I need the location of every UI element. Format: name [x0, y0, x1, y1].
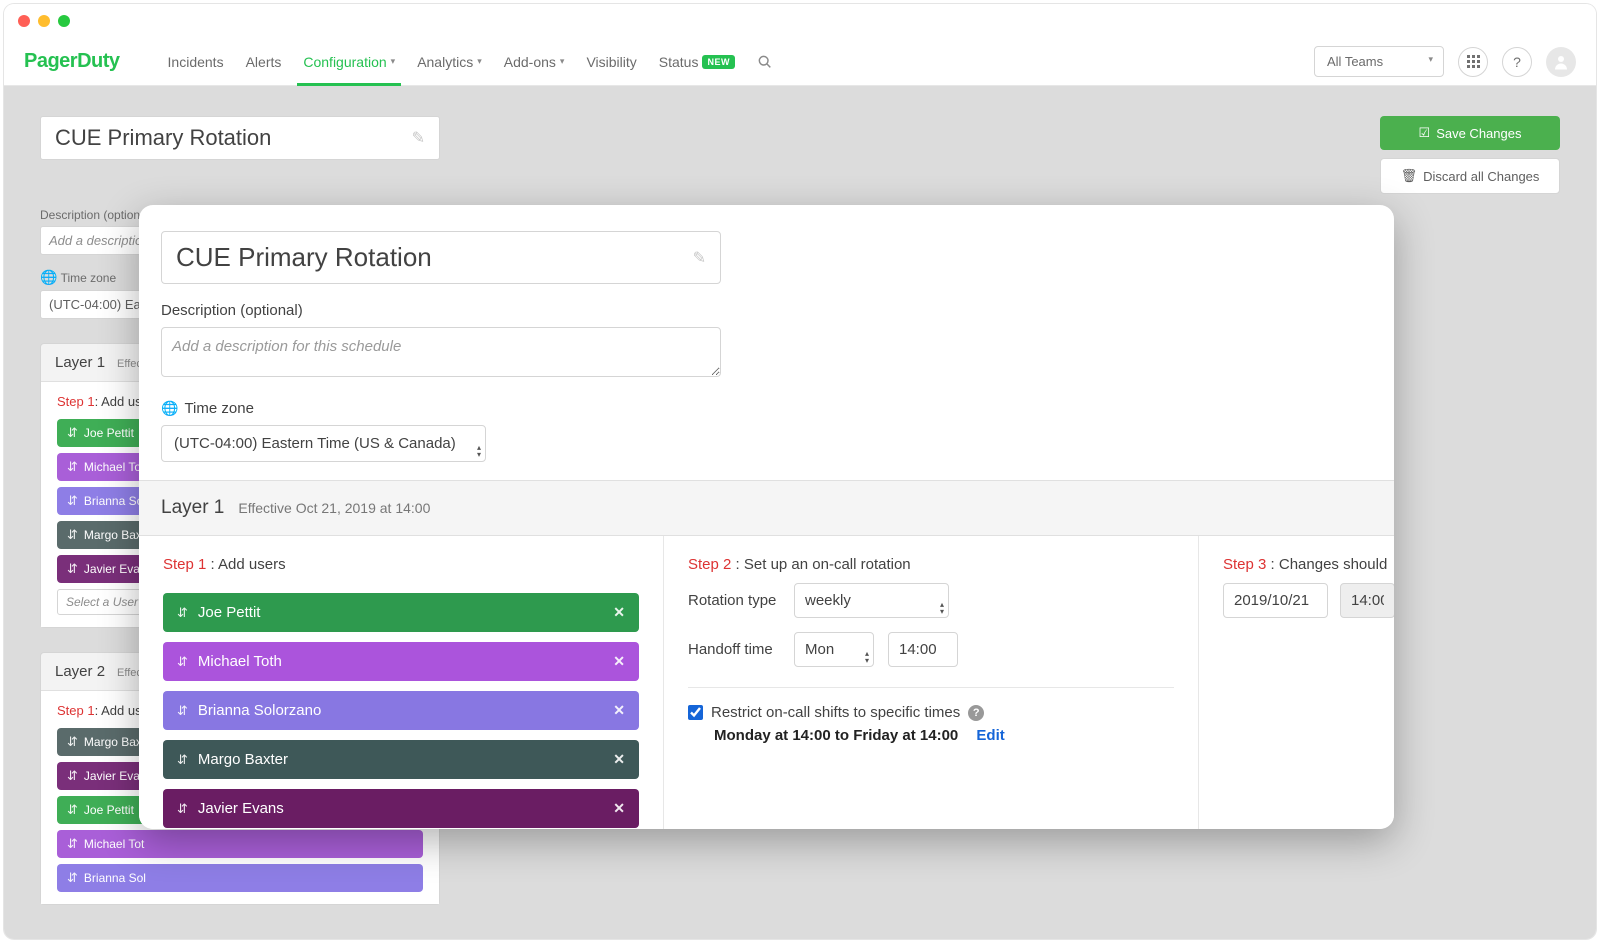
window-minimize-icon[interactable]: [38, 15, 50, 27]
new-badge: NEW: [702, 55, 735, 69]
top-navbar: PagerDuty Incidents Alerts Configuration…: [4, 38, 1596, 86]
restrict-checkbox[interactable]: [688, 705, 703, 720]
remove-user-icon[interactable]: ✕: [613, 653, 625, 670]
nav-visibility[interactable]: Visibility: [586, 38, 636, 85]
drag-icon: ⇵: [67, 802, 78, 818]
layer-title: Layer 2: [55, 663, 105, 680]
window-zoom-icon[interactable]: [58, 15, 70, 27]
user-pill[interactable]: ⇵Brianna Solorzano✕: [163, 691, 639, 730]
drag-icon: ⇵: [67, 527, 78, 543]
user-pill[interactable]: ⇵Michael Tot: [57, 830, 423, 858]
description-textarea[interactable]: [161, 327, 721, 377]
remove-user-icon[interactable]: ✕: [613, 604, 625, 621]
step1-add-users: Step 1 : Add users ⇵Joe Pettit✕ ⇵Michael…: [139, 536, 664, 829]
remove-user-icon[interactable]: ✕: [613, 800, 625, 817]
description-label: Description (optional): [161, 302, 1372, 319]
nav-configuration[interactable]: Configuration▾: [303, 38, 395, 85]
drag-icon: ⇵: [177, 605, 188, 621]
brand-logo: PagerDuty: [24, 50, 120, 73]
chevron-down-icon: ▾: [1428, 54, 1433, 65]
nav-incidents[interactable]: Incidents: [168, 38, 224, 85]
discard-button[interactable]: 🗑 Discard all Changes: [1380, 158, 1560, 194]
user-pill[interactable]: ⇵Brianna Sol: [57, 864, 423, 892]
handoff-day-select[interactable]: Mon: [794, 632, 874, 667]
window-titlebar: [4, 4, 1596, 38]
schedule-title: CUE Primary Rotation: [55, 125, 271, 151]
rotation-type-label: Rotation type: [688, 592, 780, 609]
layer-title: Layer 1: [55, 354, 105, 371]
effective-date-input[interactable]: [1223, 583, 1328, 618]
globe-icon: 🌐: [40, 269, 57, 285]
divider: [688, 687, 1174, 688]
team-selector[interactable]: All Teams▾: [1314, 46, 1444, 77]
layer-effective: Effective Oct 21, 2019 at 14:00: [238, 500, 430, 516]
help-icon[interactable]: ?: [1502, 47, 1532, 77]
handoff-label: Handoff time: [688, 641, 780, 658]
user-pill[interactable]: ⇵Margo Baxter✕: [163, 740, 639, 779]
user-pill[interactable]: ⇵Michael Toth✕: [163, 642, 639, 681]
globe-icon: 🌐: [161, 400, 178, 417]
schedule-name-field[interactable]: CUE Primary Rotation ✎: [161, 231, 721, 284]
window-close-icon[interactable]: [18, 15, 30, 27]
drag-icon: ⇵: [67, 734, 78, 750]
drag-icon: ⇵: [67, 836, 78, 852]
pencil-icon: ✎: [412, 128, 425, 148]
effective-time-input[interactable]: [1340, 583, 1394, 618]
step3-changes: Step 3 : Changes should: [1199, 536, 1394, 829]
user-avatar[interactable]: [1546, 47, 1576, 77]
schedule-name-card[interactable]: CUE Primary Rotation ✎: [40, 116, 440, 160]
drag-icon: ⇵: [67, 561, 78, 577]
chevron-down-icon: ▾: [560, 56, 565, 67]
remove-user-icon[interactable]: ✕: [613, 751, 625, 768]
drag-icon: ⇵: [67, 493, 78, 509]
search-icon[interactable]: [757, 38, 773, 85]
drag-icon: ⇵: [67, 425, 78, 441]
nav-addons[interactable]: Add-ons▾: [504, 38, 565, 85]
restrict-summary: Monday at 14:00 to Friday at 14:00: [714, 727, 958, 744]
drag-icon: ⇵: [67, 459, 78, 475]
save-button[interactable]: ☑ Save Changes: [1380, 116, 1560, 150]
chevron-down-icon: ▾: [391, 56, 396, 67]
pencil-icon: ✎: [693, 248, 706, 268]
help-icon[interactable]: ?: [968, 705, 984, 721]
nav-alerts[interactable]: Alerts: [246, 38, 282, 85]
drag-icon: ⇵: [177, 801, 188, 817]
schedule-editor-modal: CUE Primary Rotation ✎ Description (opti…: [139, 205, 1394, 829]
nav-analytics[interactable]: Analytics▾: [417, 38, 482, 85]
drag-icon: ⇵: [177, 752, 188, 768]
rotation-type-select[interactable]: weekly: [794, 583, 949, 618]
edit-restriction-link[interactable]: Edit: [976, 727, 1004, 744]
restrict-label: Restrict on-call shifts to specific time…: [711, 704, 960, 721]
chevron-down-icon: ▾: [477, 56, 482, 67]
user-pill[interactable]: ⇵Joe Pettit✕: [163, 593, 639, 632]
schedule-title: CUE Primary Rotation: [176, 242, 432, 273]
timezone-select[interactable]: (UTC-04:00) Eastern Time (US & Canada): [161, 425, 486, 462]
layer-title: Layer 1: [161, 497, 224, 519]
drag-icon: ⇵: [67, 768, 78, 784]
step2-rotation: Step 2 : Set up an on-call rotation Rota…: [664, 536, 1199, 829]
timezone-label: 🌐Time zone: [161, 400, 1372, 417]
nav-status[interactable]: StatusNEW: [659, 38, 735, 85]
remove-user-icon[interactable]: ✕: [613, 702, 625, 719]
layer-header: Layer 1 Effective Oct 21, 2019 at 14:00: [139, 481, 1394, 536]
apps-grid-icon[interactable]: [1458, 47, 1488, 77]
drag-icon: ⇵: [67, 870, 78, 886]
handoff-time-input[interactable]: [888, 632, 958, 667]
drag-icon: ⇵: [177, 654, 188, 670]
user-pill[interactable]: ⇵Javier Evans✕: [163, 789, 639, 828]
drag-icon: ⇵: [177, 703, 188, 719]
